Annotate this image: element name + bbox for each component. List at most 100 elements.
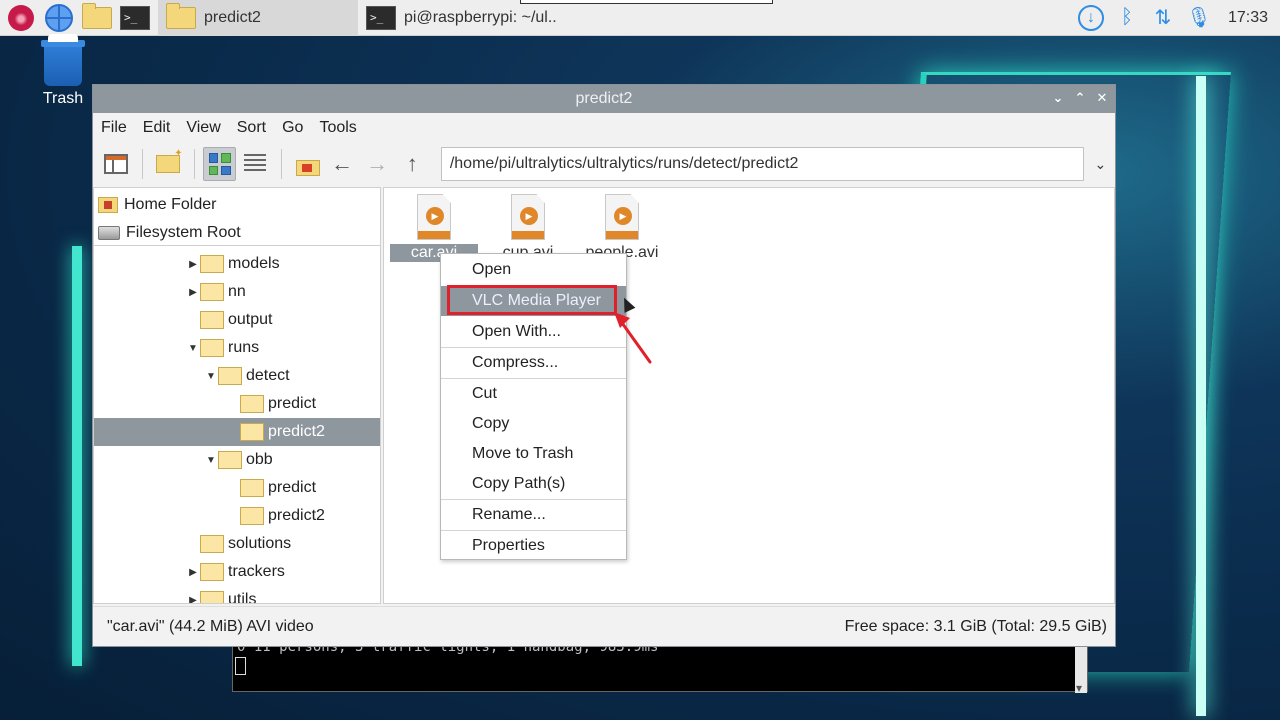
directory-tree: ▶ models ▶ nn output ▼ runs ▼ detect pre…: [94, 246, 380, 604]
minimize-icon[interactable]: ⌄: [1051, 89, 1065, 107]
clock[interactable]: 17:33: [1228, 9, 1268, 27]
home-button[interactable]: [290, 147, 323, 181]
folder-icon: [240, 479, 264, 497]
tree-node-detect-predict[interactable]: predict: [94, 390, 380, 418]
video-file-icon: ▶: [417, 194, 451, 240]
tree-node-nn[interactable]: ▶ nn: [94, 278, 380, 306]
terminal-icon: >_: [366, 5, 396, 30]
trash-icon: [41, 34, 85, 86]
tree-node-label: models: [228, 255, 280, 272]
folder-icon: [200, 339, 224, 357]
terminal-window[interactable]: 0 11 persons, 3 traffic lights, 1 handba…: [232, 639, 1088, 695]
video-file-icon: ▶: [605, 194, 639, 240]
taskbar-task-label: predict2: [204, 8, 261, 26]
tree-node-obb-predict[interactable]: predict: [94, 474, 380, 502]
path-input[interactable]: /home/pi/ultralytics/ultralytics/runs/de…: [440, 147, 1084, 181]
tree-node-trackers[interactable]: ▶ trackers: [94, 558, 380, 586]
tree-node-label: predict: [268, 395, 317, 412]
new-folder-icon: [155, 148, 183, 173]
file-item[interactable]: ▶ people.avi: [578, 194, 666, 262]
path-value: /home/pi/ultralytics/ultralytics/runs/de…: [449, 155, 799, 172]
menu-item-copy[interactable]: Copy: [441, 409, 626, 439]
toolbar: ← → ↑ /home/pi/ultralytics/ultralytics/r…: [93, 143, 1115, 185]
menu-item-compress[interactable]: Compress...: [441, 348, 626, 378]
window-titlebar[interactable]: predict2 ⌄ ⌃ ✕: [93, 85, 1115, 113]
place-home-folder[interactable]: Home Folder: [94, 191, 380, 219]
tree-node-obb-predict2[interactable]: predict2: [94, 502, 380, 530]
tree-node-solutions[interactable]: solutions: [94, 530, 380, 558]
file-item[interactable]: ▶ car.avi: [390, 194, 478, 262]
up-button[interactable]: ↑: [396, 147, 429, 181]
icon-view-button[interactable]: [203, 147, 237, 181]
folder-icon: [200, 591, 224, 603]
menu-item-cut[interactable]: Cut: [441, 379, 626, 409]
tree-node-detect-predict2[interactable]: predict2: [94, 418, 380, 446]
microphone-icon[interactable]: 🎙: [1186, 5, 1212, 31]
side-pane: Home Folder Filesystem Root ▶ models ▶ n…: [93, 187, 381, 604]
network-icon[interactable]: ⇅: [1150, 5, 1176, 31]
taskbar: >_ predict2 >_ pi@raspberrypi: ~/ul.. ↓ …: [0, 0, 1280, 36]
expander-icon[interactable]: ▼: [204, 371, 218, 382]
menu-edit[interactable]: Edit: [143, 119, 171, 137]
menu-item-open-with[interactable]: Open With...: [441, 317, 626, 347]
menu-go[interactable]: Go: [282, 119, 303, 137]
expander-icon[interactable]: ▼: [186, 343, 200, 354]
expander-icon[interactable]: ▶: [186, 567, 200, 578]
file-manager-launcher-icon[interactable]: [80, 1, 114, 35]
tree-node-utils[interactable]: ▶ utils: [94, 586, 380, 604]
tree-node-models[interactable]: ▶ models: [94, 250, 380, 278]
menu-sort[interactable]: Sort: [237, 119, 266, 137]
file-item[interactable]: ▶ cup.avi: [484, 194, 572, 262]
close-icon[interactable]: ✕: [1095, 89, 1109, 107]
taskbar-task-terminal[interactable]: >_ pi@raspberrypi: ~/ul..: [358, 0, 628, 36]
menu-view[interactable]: View: [186, 119, 220, 137]
expander-icon[interactable]: ▼: [204, 455, 218, 466]
list-view-button[interactable]: [238, 147, 271, 181]
menu-item-properties[interactable]: Properties: [441, 531, 626, 561]
folder-icon: [200, 255, 224, 273]
menu-item-open[interactable]: Open: [441, 255, 626, 285]
folder-icon: [200, 563, 224, 581]
tree-node-label: obb: [246, 451, 273, 468]
status-bar: "car.avi" (44.2 MiB) AVI video Free spac…: [93, 606, 1115, 646]
tree-node-runs[interactable]: ▼ runs: [94, 334, 380, 362]
terminal-scrollbar[interactable]: [1075, 641, 1087, 695]
toggle-side-pane-button[interactable]: [99, 147, 132, 181]
bluetooth-icon[interactable]: ᛒ: [1114, 5, 1140, 31]
menu-item-rename[interactable]: Rename...: [441, 500, 626, 530]
place-label: Filesystem Root: [126, 224, 241, 241]
tree-node-obb[interactable]: ▼ obb: [94, 446, 380, 474]
taskbar-task-file-manager[interactable]: predict2: [158, 0, 358, 36]
new-folder-button[interactable]: [151, 147, 184, 181]
forward-button[interactable]: →: [361, 147, 394, 181]
folder-icon: [200, 535, 224, 553]
raspberry-menu-icon[interactable]: [4, 1, 38, 35]
place-filesystem-root[interactable]: Filesystem Root: [94, 219, 380, 247]
download-icon[interactable]: ↓: [1077, 4, 1104, 31]
expander-icon[interactable]: ▶: [186, 595, 200, 604]
home-icon: [295, 154, 320, 176]
tree-node-detect[interactable]: ▼ detect: [94, 362, 380, 390]
menu-tools[interactable]: Tools: [319, 119, 356, 137]
wallpaper-glow: [1196, 76, 1206, 716]
tree-node-label: trackers: [228, 563, 285, 580]
icon-view-icon: [208, 153, 231, 175]
tree-node-output[interactable]: output: [94, 306, 380, 334]
expander-icon[interactable]: ▶: [186, 287, 200, 298]
menu-item-move-to-trash[interactable]: Move to Trash: [441, 439, 626, 469]
chevron-down-icon: ⌄: [1094, 155, 1107, 172]
tree-node-label: predict: [268, 479, 317, 496]
back-button[interactable]: ←: [326, 147, 359, 181]
browser-launcher-icon[interactable]: [42, 1, 76, 35]
list-view-icon: [243, 154, 266, 174]
menu-file[interactable]: File: [101, 119, 127, 137]
desktop-trash[interactable]: Trash: [38, 34, 88, 108]
maximize-icon[interactable]: ⌃: [1073, 89, 1087, 107]
side-pane-icon: [103, 154, 128, 174]
menu-item-copy-paths[interactable]: Copy Path(s): [441, 469, 626, 499]
folder-icon: [240, 507, 264, 525]
home-folder-icon: [98, 197, 118, 213]
expander-icon[interactable]: ▶: [186, 259, 200, 270]
terminal-launcher-icon[interactable]: >_: [118, 1, 152, 35]
path-history-dropdown[interactable]: ⌄: [1086, 156, 1115, 173]
